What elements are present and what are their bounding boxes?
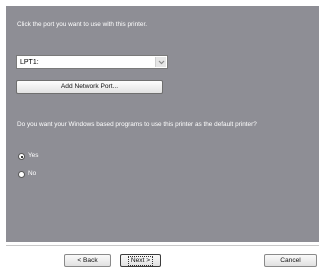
- no-radio[interactable]: [18, 171, 25, 178]
- no-radio-label: No: [28, 170, 37, 177]
- cancel-button[interactable]: Cancel: [264, 254, 317, 267]
- port-prompt-text: Click the port you want to use with this…: [17, 21, 148, 28]
- printer-wizard-window: Click the port you want to use with this…: [0, 0, 325, 271]
- next-button-label: Next >: [127, 256, 154, 266]
- yes-radio-label: Yes: [28, 152, 39, 159]
- chevron-down-icon[interactable]: [155, 57, 166, 67]
- back-button[interactable]: < Back: [64, 254, 111, 267]
- default-printer-prompt-text: Do you want your Windows based programs …: [17, 121, 257, 128]
- footer-divider: [6, 245, 319, 246]
- port-select[interactable]: LPT1:: [16, 55, 168, 69]
- yes-radio[interactable]: [18, 153, 25, 160]
- add-network-port-button[interactable]: Add Network Port...: [16, 80, 163, 94]
- port-select-value: LPT1:: [20, 59, 39, 66]
- next-button[interactable]: Next >: [120, 254, 161, 267]
